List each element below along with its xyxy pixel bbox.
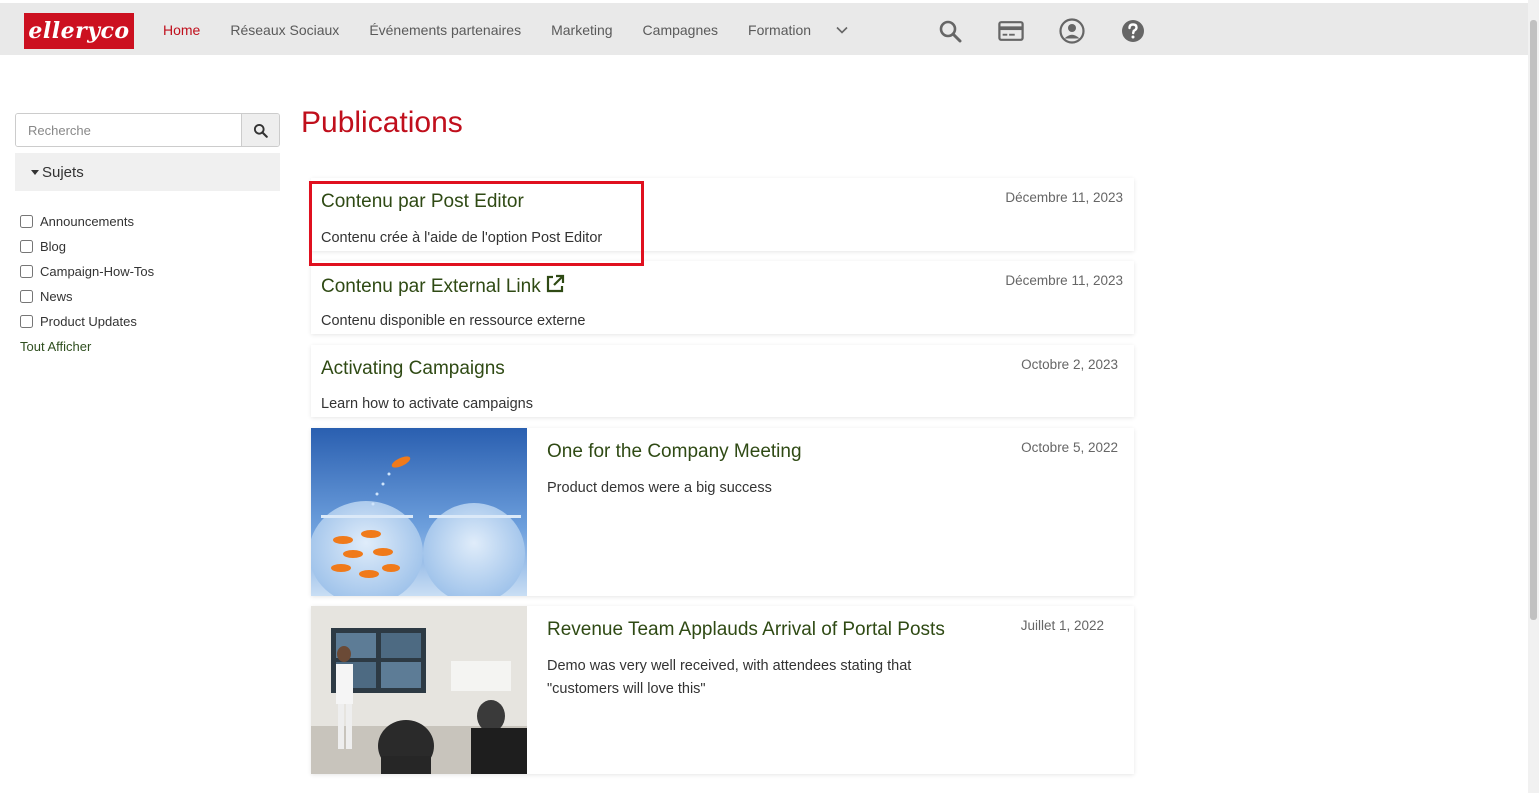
user-circle-icon[interactable] xyxy=(1059,18,1085,44)
nav-item-formation[interactable]: Formation xyxy=(748,22,811,38)
scrollbar-thumb[interactable] xyxy=(1530,20,1537,620)
topic-label: Product Updates xyxy=(40,314,137,329)
topic-checkbox[interactable] xyxy=(20,290,33,303)
post-description: Demo was very well received, with attend… xyxy=(547,655,911,701)
external-link-icon xyxy=(546,274,564,293)
topic-label: Blog xyxy=(40,239,67,254)
post-description-line: "customers will love this" xyxy=(547,681,706,697)
topics-header-label: Sujets xyxy=(42,163,84,181)
topic-news[interactable]: News xyxy=(20,284,154,309)
search-button[interactable] xyxy=(241,114,279,146)
post-date: Octobre 5, 2022 xyxy=(1021,440,1118,455)
post-title-text: Contenu par External Link xyxy=(321,276,541,297)
page-title: Publications xyxy=(301,106,463,139)
topic-checkbox[interactable] xyxy=(20,215,33,228)
nav-item-reseaux-sociaux[interactable]: Réseaux Sociaux xyxy=(230,22,339,38)
nav-item-campagnes[interactable]: Campagnes xyxy=(643,22,719,38)
post-title[interactable]: Revenue Team Applauds Arrival of Portal … xyxy=(547,619,945,641)
sidebar-search xyxy=(15,113,280,147)
main-nav: Home Réseaux Sociaux Événements partenai… xyxy=(163,22,849,38)
topic-checkbox[interactable] xyxy=(20,240,33,253)
brand-logo[interactable]: elleryco xyxy=(24,13,134,49)
nav-item-marketing[interactable]: Marketing xyxy=(551,22,612,38)
post-card[interactable]: Contenu par External Link Contenu dispon… xyxy=(311,261,1134,334)
topic-label: News xyxy=(40,289,73,304)
top-icons xyxy=(937,18,1181,44)
post-title[interactable]: Activating Campaigns xyxy=(321,358,505,380)
post-description: Contenu disponible en ressource externe xyxy=(321,313,586,329)
topic-label: Announcements xyxy=(40,214,134,229)
topics-list: Announcements Blog Campaign-How-Tos News… xyxy=(20,209,154,334)
post-title[interactable]: One for the Company Meeting xyxy=(547,441,802,463)
post-thumbnail-goldfish[interactable] xyxy=(311,428,527,596)
post-date: Juillet 1, 2022 xyxy=(1020,618,1104,633)
topic-checkbox[interactable] xyxy=(20,315,33,328)
chevron-down-icon[interactable] xyxy=(835,23,849,37)
credit-card-icon[interactable] xyxy=(998,18,1024,44)
logo-text: elleryco xyxy=(28,18,130,44)
post-card[interactable]: Activating Campaigns Learn how to activa… xyxy=(311,345,1134,417)
post-description-line: Demo was very well received, with attend… xyxy=(547,658,912,674)
topic-product-updates[interactable]: Product Updates xyxy=(20,309,154,334)
topic-label: Campaign-How-Tos xyxy=(40,264,155,279)
post-card[interactable]: Revenue Team Applauds Arrival of Portal … xyxy=(311,606,1134,774)
topic-announcements[interactable]: Announcements xyxy=(20,209,154,234)
show-all-link[interactable]: Tout Afficher xyxy=(20,339,91,354)
top-navigation-bar: elleryco Home Réseaux Sociaux Événements… xyxy=(0,0,1528,55)
help-circle-icon[interactable] xyxy=(1120,18,1146,44)
post-card[interactable]: One for the Company Meeting Product demo… xyxy=(311,428,1134,596)
topics-toggle[interactable]: Sujets xyxy=(15,153,280,191)
post-title[interactable]: Contenu par External Link xyxy=(321,274,565,298)
page-scrollbar[interactable] xyxy=(1528,0,1539,793)
search-icon xyxy=(253,123,268,138)
post-description: Product demos were a big success xyxy=(547,480,772,496)
post-date: Décembre 11, 2023 xyxy=(1005,273,1123,288)
highlight-box xyxy=(309,181,644,266)
search-icon[interactable] xyxy=(937,18,963,44)
topic-campaign-how-tos[interactable]: Campaign-How-Tos xyxy=(20,259,154,284)
nav-item-evenements-partenaires[interactable]: Événements partenaires xyxy=(369,22,521,38)
caret-down-icon xyxy=(31,169,39,175)
topic-blog[interactable]: Blog xyxy=(20,234,154,259)
post-date: Décembre 11, 2023 xyxy=(1005,190,1123,205)
topic-checkbox[interactable] xyxy=(20,265,33,278)
post-thumbnail-presentation[interactable] xyxy=(311,606,527,774)
post-date: Octobre 2, 2023 xyxy=(1021,357,1118,372)
nav-item-home[interactable]: Home xyxy=(163,22,200,38)
search-input[interactable] xyxy=(16,114,241,146)
post-description: Learn how to activate campaigns xyxy=(321,396,533,412)
